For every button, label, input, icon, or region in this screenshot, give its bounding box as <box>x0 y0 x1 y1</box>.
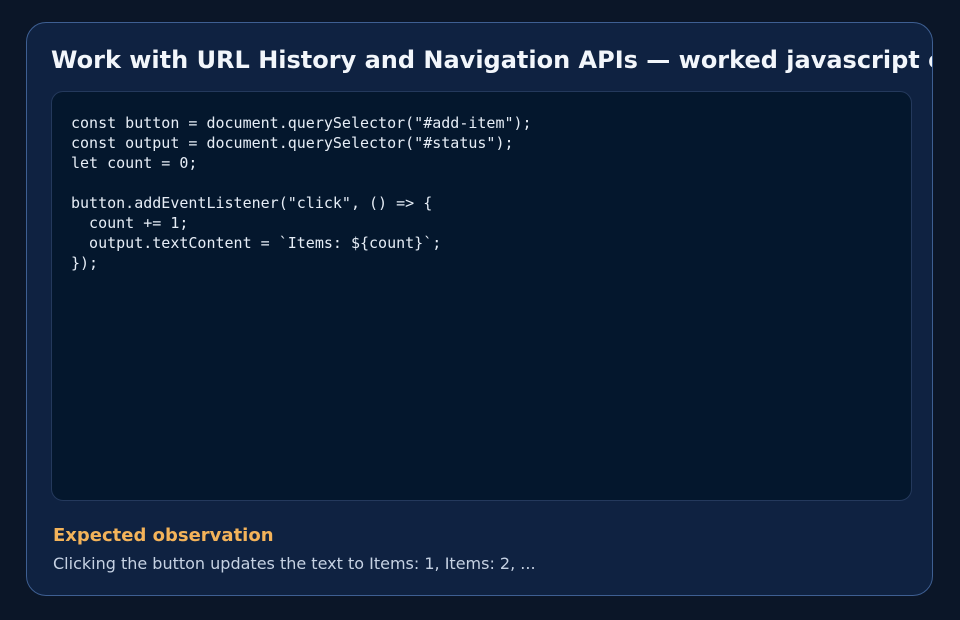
code-panel: const button = document.querySelector("#… <box>51 91 912 501</box>
observation-text: Clicking the button updates the text to … <box>53 554 536 573</box>
observation-heading: Expected observation <box>53 525 274 546</box>
page-title: Work with URL History and Navigation API… <box>51 46 932 74</box>
code-block: const button = document.querySelector("#… <box>71 114 532 272</box>
example-card: Work with URL History and Navigation API… <box>26 22 933 596</box>
